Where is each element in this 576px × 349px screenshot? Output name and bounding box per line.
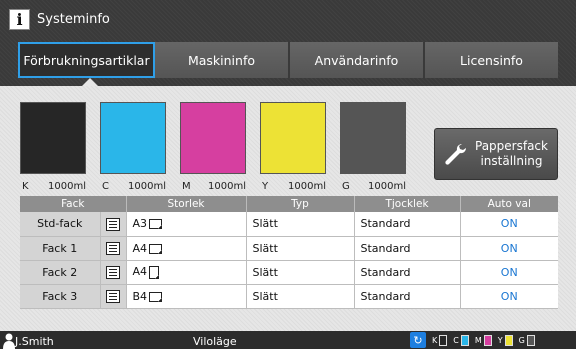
paper-type: Slätt <box>246 236 355 261</box>
tab-user-info[interactable]: Användarinfo <box>290 42 425 78</box>
title-bar: i Systeminfo <box>0 0 576 38</box>
paper-thickness: Standard <box>354 284 461 309</box>
tray-details-icon[interactable] <box>106 241 120 255</box>
paper-thickness: Standard <box>354 260 461 285</box>
ink-amount: 1000ml <box>128 180 166 192</box>
tray-table: Fack Storlek Typ Tjocklek Auto val Std-f… <box>20 196 558 309</box>
user-icon[interactable] <box>3 332 15 349</box>
sync-icon[interactable]: ↻ <box>410 332 426 348</box>
ink-levels: K 1000ml C 1000ml M 1000ml Y 1000ml G 10… <box>20 102 420 193</box>
paper-type: Slätt <box>246 212 355 237</box>
tray-details-icon[interactable] <box>106 217 120 231</box>
info-icon: i <box>9 8 30 30</box>
paper-thickness: Standard <box>354 212 461 237</box>
portrait-paper-icon <box>149 265 160 279</box>
paper-button-line2: inställning <box>480 154 543 168</box>
tray-name: Std-fack <box>20 212 101 237</box>
paper-button-line1: Pappersfack <box>475 139 548 153</box>
ink-status-bar <box>526 334 535 346</box>
tray-details-icon[interactable] <box>106 265 120 279</box>
ink-g: G 1000ml <box>340 102 420 193</box>
paper-size: A3 <box>132 217 148 231</box>
ink-status-letter: Y <box>497 335 503 345</box>
table-row[interactable]: Fack 3 B4 Slätt Standard ON <box>20 284 558 309</box>
header-size: Storlek <box>126 196 247 212</box>
header-type: Typ <box>246 196 355 212</box>
ink-c: C 1000ml <box>100 102 180 193</box>
ink-amount: 1000ml <box>288 180 326 192</box>
tab-license-info[interactable]: Licensinfo <box>425 42 558 78</box>
header-auto: Auto val <box>460 196 558 212</box>
user-name[interactable]: J.Smith <box>15 335 54 348</box>
landscape-paper-icon <box>149 291 163 302</box>
ink-status-letter: M <box>474 335 482 345</box>
paper-size: A4 <box>132 241 148 255</box>
system-info-screen: i Systeminfo Förbrukningsartiklar Maskin… <box>0 0 576 349</box>
ink-swatch <box>180 102 246 174</box>
ink-status-letter: G <box>518 335 525 345</box>
paper-size: B4 <box>132 289 148 303</box>
ink-k: K 1000ml <box>20 102 100 193</box>
ink-letter: G <box>342 180 350 192</box>
ink-swatch <box>100 102 166 174</box>
ink-status-bar <box>504 334 513 346</box>
power-mode: Viloläge <box>193 335 237 348</box>
landscape-paper-icon <box>149 243 163 254</box>
paper-size: A4 <box>132 265 148 279</box>
ink-letter: C <box>102 180 109 192</box>
auto-select-status: ON <box>460 260 558 285</box>
table-row[interactable]: Fack 1 A4 Slätt Standard ON <box>20 236 558 261</box>
paper-type: Slätt <box>246 260 355 285</box>
paper-tray-settings-button[interactable]: Pappersfack inställning <box>434 128 558 180</box>
tab-machine-info[interactable]: Maskininfo <box>155 42 290 78</box>
tray-name: Fack 1 <box>20 236 101 261</box>
landscape-paper-icon <box>149 219 163 230</box>
ink-status-bar <box>460 334 469 346</box>
ink-swatch <box>340 102 406 174</box>
wrench-icon <box>445 143 467 165</box>
status-bar: J.Smith Viloläge ↻ K C M Y G <box>0 331 576 349</box>
table-row[interactable]: Std-fack A3 Slätt Standard ON <box>20 212 558 237</box>
header-tray: Fack <box>20 196 127 212</box>
ink-letter: M <box>182 180 191 192</box>
ink-swatch <box>20 102 86 174</box>
ink-status-letter: C <box>453 335 459 345</box>
table-row[interactable]: Fack 2 A4 Slätt Standard ON <box>20 260 558 285</box>
ink-status-letter: K <box>432 335 438 345</box>
ink-letter: K <box>22 180 29 192</box>
auto-select-status: ON <box>460 284 558 309</box>
table-header: Fack Storlek Typ Tjocklek Auto val <box>20 196 558 212</box>
ink-status-bar <box>483 334 492 346</box>
tab-bar: Förbrukningsartiklar Maskininfo Användar… <box>18 42 558 78</box>
tray-name: Fack 3 <box>20 284 101 309</box>
ink-amount: 1000ml <box>368 180 406 192</box>
tray-name: Fack 2 <box>20 260 101 285</box>
ink-status-bar <box>439 334 448 346</box>
ink-status: ↻ K C M Y G <box>410 332 535 348</box>
auto-select-status: ON <box>460 212 558 237</box>
tab-consumables[interactable]: Förbrukningsartiklar <box>18 42 155 78</box>
ink-letter: Y <box>262 180 269 192</box>
ink-y: Y 1000ml <box>260 102 340 193</box>
ink-m: M 1000ml <box>180 102 260 193</box>
paper-thickness: Standard <box>354 236 461 261</box>
paper-type: Slätt <box>246 284 355 309</box>
ink-amount: 1000ml <box>48 180 86 192</box>
page-title: Systeminfo <box>37 11 110 27</box>
auto-select-status: ON <box>460 236 558 261</box>
tray-details-icon[interactable] <box>106 289 120 303</box>
consumables-panel: K 1000ml C 1000ml M 1000ml Y 1000ml G 10… <box>0 86 576 331</box>
ink-amount: 1000ml <box>208 180 246 192</box>
ink-swatch <box>260 102 326 174</box>
header-thickness: Tjocklek <box>354 196 461 212</box>
